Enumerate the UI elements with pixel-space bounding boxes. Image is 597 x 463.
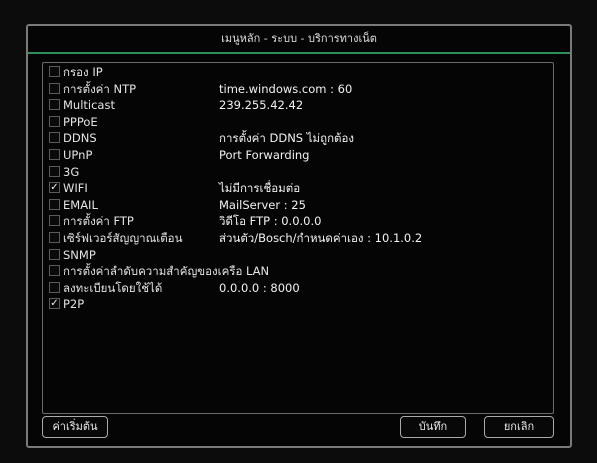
service-row-pppoe[interactable]: PPPoE (49, 115, 547, 130)
service-label: PPPoE (63, 114, 98, 129)
checkbox-email[interactable] (49, 198, 60, 210)
service-label: การตั้งค่า NTP (63, 81, 137, 96)
service-label: การตั้งค่า FTP (63, 214, 134, 229)
service-label: UPnP (63, 148, 93, 162)
service-value: 239.255.42.42 (219, 98, 304, 113)
service-row-email[interactable]: EMAIL MailServer : 25 (49, 198, 547, 213)
checkbox-ip-filter[interactable] (49, 66, 60, 77)
service-row-ftp-settings[interactable]: การตั้งค่า FTP วิดีโอ FTP : 0.0.0.0 (49, 214, 547, 229)
checkbox-wifi[interactable]: ✓ (49, 182, 60, 194)
service-label: DDNS (63, 131, 97, 146)
service-label: P2P (63, 297, 85, 312)
service-label: กรอง IP (63, 65, 103, 79)
service-row-upnp[interactable]: UPnP Port Forwarding (49, 148, 547, 163)
service-label: การตั้งค่าลำดับความสำคัญของเครือ LAN (63, 264, 270, 279)
service-label: ลงทะเบียนโดยใช้ได้ (63, 280, 163, 295)
screen: เมนูหลัก - ระบบ - บริการทางเน็ต กรอง IP ก… (0, 0, 597, 463)
checkbox-pppoe[interactable] (49, 115, 60, 127)
service-label: 3G (63, 164, 80, 179)
service-value: Port Forwarding (219, 148, 310, 162)
service-label: SNMP (63, 247, 96, 262)
service-label: Multicast (63, 98, 115, 113)
checkbox-p2p[interactable]: ✓ (49, 298, 60, 310)
checkbox-upnp[interactable] (49, 149, 60, 160)
service-value: ส่วนตัว/Bosch/กำหนดค่าเอง : 10.1.0.2 (219, 231, 423, 245)
checkbox-register[interactable] (49, 281, 60, 293)
service-row-ip-filter[interactable]: กรอง IP (49, 65, 547, 80)
cancel-button[interactable]: ยกเลิก (484, 416, 554, 438)
service-label: เซิร์ฟเวอร์สัญญาณเตือน (63, 231, 183, 245)
checkbox-multicast[interactable] (49, 99, 60, 111)
network-services-dialog: เมนูหลัก - ระบบ - บริการทางเน็ต กรอง IP ก… (26, 24, 572, 448)
save-button[interactable]: บันทึก (400, 416, 466, 438)
checkbox-ddns[interactable] (49, 132, 60, 144)
service-row-multicast[interactable]: Multicast 239.255.42.42 (49, 98, 547, 113)
checkbox-lan-priority[interactable] (49, 265, 60, 277)
default-button[interactable]: ค่าเริ่มต้น (42, 416, 108, 438)
service-row-snmp[interactable]: SNMP (49, 248, 547, 263)
service-row-ddns[interactable]: DDNS การตั้งค่า DDNS ไม่ถูกต้อง (49, 131, 547, 146)
checkbox-ntp-settings[interactable] (49, 82, 60, 94)
checkbox-snmp[interactable] (49, 248, 60, 260)
service-row-register[interactable]: ลงทะเบียนโดยใช้ได้ 0.0.0.0 : 8000 (49, 281, 547, 296)
service-row-lan-priority[interactable]: การตั้งค่าลำดับความสำคัญของเครือ LAN (49, 264, 547, 279)
checkbox-alarm-server[interactable] (49, 232, 60, 243)
service-row-p2p[interactable]: ✓ P2P (49, 297, 547, 312)
service-value: การตั้งค่า DDNS ไม่ถูกต้อง (219, 131, 355, 146)
service-row-wifi[interactable]: ✓ WIFI ไม่มีการเชื่อมต่อ (49, 181, 547, 196)
service-label: EMAIL (63, 197, 98, 212)
service-row-3g[interactable]: 3G (49, 165, 547, 180)
checkbox-3g[interactable] (49, 165, 60, 177)
checkbox-ftp-settings[interactable] (49, 215, 60, 227)
service-value: MailServer : 25 (219, 197, 306, 212)
service-value: time.windows.com : 60 (219, 81, 353, 96)
service-value: 0.0.0.0 : 8000 (219, 280, 300, 295)
service-row-alarm-server[interactable]: เซิร์ฟเวอร์สัญญาณเตือน ส่วนตัว/Bosch/กำหน… (49, 231, 547, 246)
service-value: ไม่มีการเชื่อมต่อ (219, 181, 301, 196)
service-list-panel: กรอง IP การตั้งค่า NTP time.windows.com : … (42, 62, 554, 414)
service-row-ntp-settings[interactable]: การตั้งค่า NTP time.windows.com : 60 (49, 82, 547, 97)
dialog-title: เมนูหลัก - ระบบ - บริการทางเน็ต (28, 26, 570, 54)
service-value: วิดีโอ FTP : 0.0.0.0 (219, 214, 322, 229)
service-label: WIFI (63, 181, 88, 196)
